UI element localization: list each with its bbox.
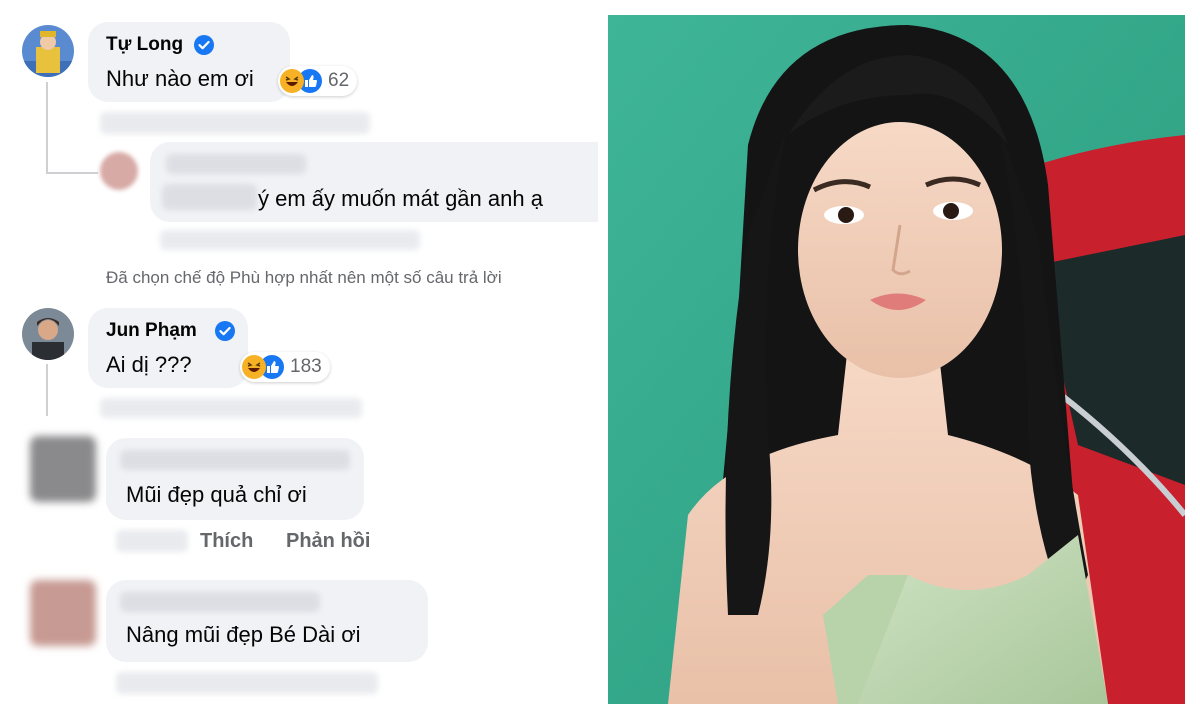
avatar-jun-pham[interactable] — [22, 308, 74, 360]
haha-reaction-icon — [280, 69, 304, 93]
comments-panel: Tự Long Như nào em ơi 62 ý em ấy muốn má… — [0, 0, 598, 720]
timestamp-blurred — [116, 530, 188, 552]
text-blurred — [162, 184, 257, 210]
reply-button[interactable]: Phản hồi — [286, 530, 370, 553]
reaction-summary[interactable]: 62 — [278, 66, 358, 96]
sort-notice: Đã chọn chế độ Phù hợp nhất nên một số c… — [106, 268, 502, 287]
avatar-blurred[interactable] — [100, 152, 138, 190]
author-name-blurred — [166, 154, 306, 174]
comment-text: Như nào em ơi — [106, 66, 254, 91]
haha-reaction-icon — [242, 355, 266, 379]
thread-line — [46, 82, 48, 174]
comment-text: Ai dị ??? — [106, 352, 192, 377]
comment-author[interactable]: Tự Long — [106, 34, 183, 56]
verified-badge-icon — [194, 35, 214, 55]
comment-actions-blurred — [100, 398, 362, 418]
comment-text: ý em ấy muốn mát gần anh ạ — [258, 186, 543, 211]
avatar-blurred[interactable] — [30, 580, 96, 646]
avatar-tu-long[interactable] — [22, 25, 74, 77]
reaction-count: 183 — [290, 356, 322, 377]
reaction-summary[interactable]: 183 — [240, 352, 330, 382]
author-name-blurred — [120, 450, 350, 470]
reaction-count: 62 — [328, 70, 350, 91]
portrait-photo — [608, 15, 1185, 704]
comment-author[interactable]: Jun Phạm — [106, 320, 197, 342]
thread-line — [46, 172, 98, 174]
like-button[interactable]: Thích — [200, 530, 253, 553]
verified-badge-icon — [215, 321, 235, 341]
comment-text: Nâng mũi đẹp Bé Dài ơi — [126, 622, 361, 647]
avatar-blurred[interactable] — [30, 436, 96, 502]
comment-actions-blurred — [100, 112, 370, 134]
comment-actions-blurred — [160, 230, 420, 250]
thread-line — [46, 364, 48, 416]
comment-actions-blurred — [116, 672, 378, 694]
comment-text: Mũi đẹp quả chỉ ơi — [126, 482, 307, 507]
author-name-blurred — [120, 592, 320, 612]
